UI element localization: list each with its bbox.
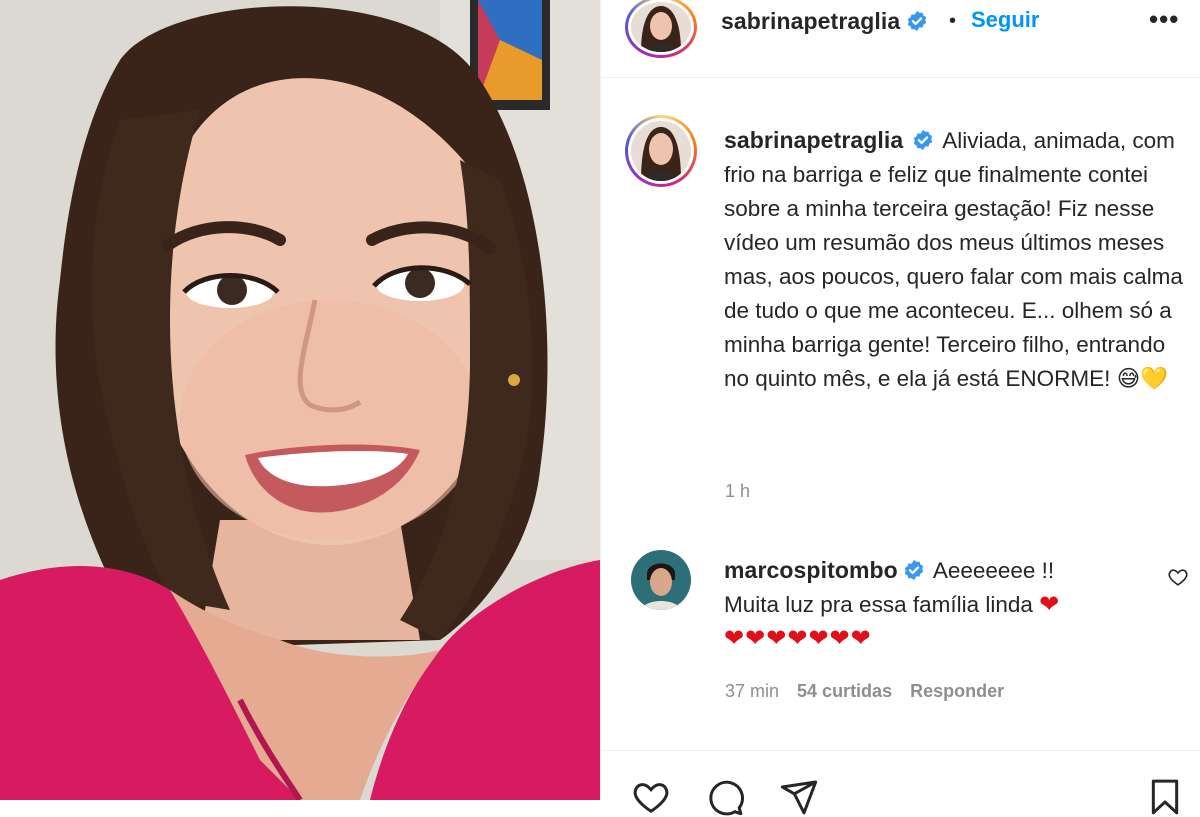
comment-icon[interactable]: [705, 777, 745, 817]
comment-line-1: Aeeeeeee !!: [932, 558, 1055, 583]
comment-timestamp[interactable]: 37 min: [725, 681, 779, 701]
reply-button[interactable]: Responder: [910, 681, 1004, 701]
author-avatar[interactable]: [625, 0, 697, 58]
comment-meta: 37 min 54 curtidas Responder: [725, 678, 1022, 704]
comment: marcospitombo Aeeeeeee !! Muita luz pra e…: [724, 553, 1144, 656]
commenter-avatar[interactable]: [631, 550, 691, 610]
post-header: sabrinapetraglia • Seguir •••: [601, 0, 1200, 78]
post-actions-bar: [601, 750, 1200, 816]
share-icon[interactable]: [779, 777, 819, 817]
commenter-username[interactable]: marcospitombo: [724, 557, 898, 583]
comment-like-heart-outline-icon[interactable]: [1167, 566, 1189, 588]
verified-badge-icon: [908, 10, 927, 32]
save-icon[interactable]: [1145, 777, 1185, 817]
header-separator: •: [949, 10, 957, 32]
verified-badge-icon: [904, 559, 923, 581]
author-username[interactable]: sabrinapetraglia: [721, 8, 900, 34]
caption-author-avatar[interactable]: [625, 115, 697, 187]
post-timestamp[interactable]: 1 h: [725, 481, 750, 502]
commenter-avatar-image: [631, 550, 691, 610]
comment-likes-count[interactable]: 54 curtidas: [797, 681, 892, 701]
caption-username[interactable]: sabrinapetraglia: [724, 127, 903, 153]
hearts-row: ❤❤❤❤❤❤❤: [724, 625, 872, 652]
post-caption: sabrinapetraglia Aliviada, animada, com f…: [724, 123, 1194, 396]
caption-emojis: 😅💛: [1116, 366, 1169, 391]
caption-text: Aliviada, animada, com frio na barriga e…: [724, 128, 1183, 391]
follow-button[interactable]: Seguir: [971, 5, 1039, 35]
post-details-panel: sabrinapetraglia • Seguir ••• sabrinapet…: [600, 0, 1200, 816]
comment-line-2: Muita luz pra essa família linda: [724, 592, 1033, 617]
heart-emoji: ❤: [1039, 591, 1060, 618]
author-avatar-image: [631, 2, 691, 52]
heart-outline-icon[interactable]: [631, 777, 671, 817]
post-video[interactable]: [0, 0, 600, 800]
video-frame-illustration: [0, 0, 600, 800]
verified-badge-icon: [914, 129, 933, 151]
caption-avatar-image: [631, 121, 691, 181]
more-icon[interactable]: •••: [1149, 4, 1179, 34]
